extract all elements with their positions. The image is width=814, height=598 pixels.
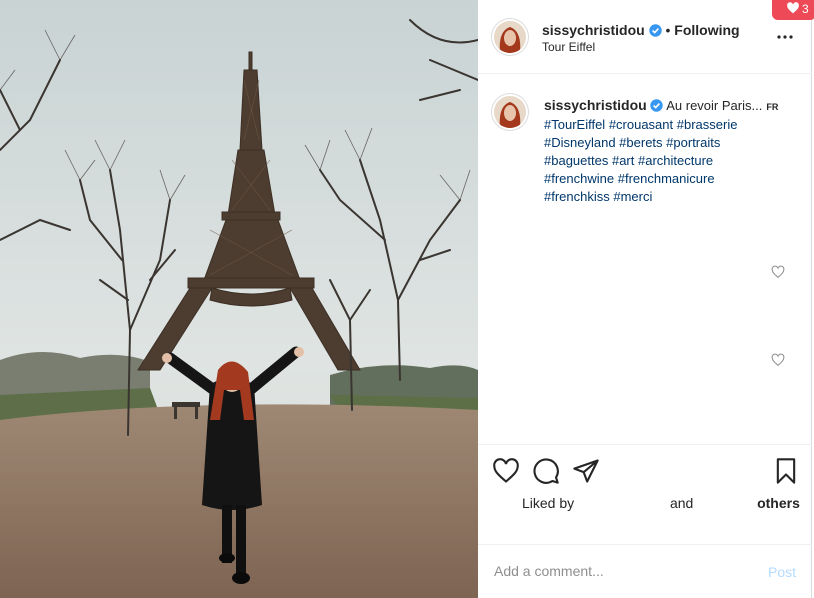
author-username[interactable]: sissychristidou [542,22,645,38]
avatar-image [494,21,526,53]
notification-heart-icon [787,2,799,14]
hashtag-link[interactable]: #baguettes [544,153,608,168]
hashtag-link[interactable]: #Disneyland [544,135,616,150]
likes-summary: Liked by and others [522,495,800,511]
heart-icon[interactable] [492,457,520,485]
hashtag-link[interactable]: #art [612,153,634,168]
verified-badge-icon [648,24,662,37]
comment-icon[interactable] [532,457,560,485]
notification-badge[interactable]: 3 [772,0,814,20]
caption-text: Au revoir Paris... [666,98,763,113]
hashtag-link[interactable]: #crouasant [609,117,673,132]
hashtag-link[interactable]: #TourEiffel [544,117,605,132]
likes-and-label: and [669,495,694,511]
translate-badge[interactable]: FR [766,102,778,112]
author-avatar[interactable] [494,21,526,53]
bookmark-icon[interactable] [772,457,800,485]
likes-others-link[interactable]: others [757,495,800,511]
comment-like-heart-icon[interactable] [771,353,785,367]
comment-bar: Post [478,544,812,598]
post-actions: Liked by and others [478,444,812,544]
liked-by-label: Liked by [522,495,575,511]
more-options-glyph [777,35,793,39]
hashtag-link[interactable]: #frenchmanicure [618,171,715,186]
caption-username[interactable]: sissychristidou [544,97,647,113]
instagram-post-modal: sissychristidou • Following Tour Eiffel [0,0,814,598]
post-header: sissychristidou • Following Tour Eiffel [478,0,812,74]
comment-input[interactable] [494,563,734,579]
header-separator: • [665,22,671,38]
post-location[interactable]: Tour Eiffel [542,40,595,54]
post-comment-button[interactable]: Post [768,564,796,580]
post-photo[interactable] [0,0,478,598]
following-status[interactable]: Following [674,22,739,38]
hashtag-link[interactable]: #berets [619,135,662,150]
hashtag-link[interactable]: #portraits [666,135,720,150]
hashtag-link[interactable]: #brasserie [677,117,738,132]
header-user-line: sissychristidou • Following [542,22,740,38]
hashtag-link[interactable]: #frenchkiss [544,189,610,204]
post-caption: sissychristidou Au revoir Paris... FR #To… [544,96,784,206]
hashtag-link[interactable]: #architecture [638,153,713,168]
caption-avatar[interactable] [494,96,526,128]
hashtag-link[interactable]: #frenchwine [544,171,614,186]
notification-count: 3 [802,2,809,16]
post-details-panel: sissychristidou • Following Tour Eiffel [478,0,812,598]
hashtag-link[interactable]: #merci [613,189,652,204]
paper-plane-icon[interactable] [572,457,600,485]
caption-avatar-image [494,96,526,128]
verified-badge-icon [650,99,664,112]
more-options-icon[interactable] [776,28,794,46]
comment-like-heart-icon[interactable] [771,265,785,279]
eiffel-tower-photo [0,0,478,598]
